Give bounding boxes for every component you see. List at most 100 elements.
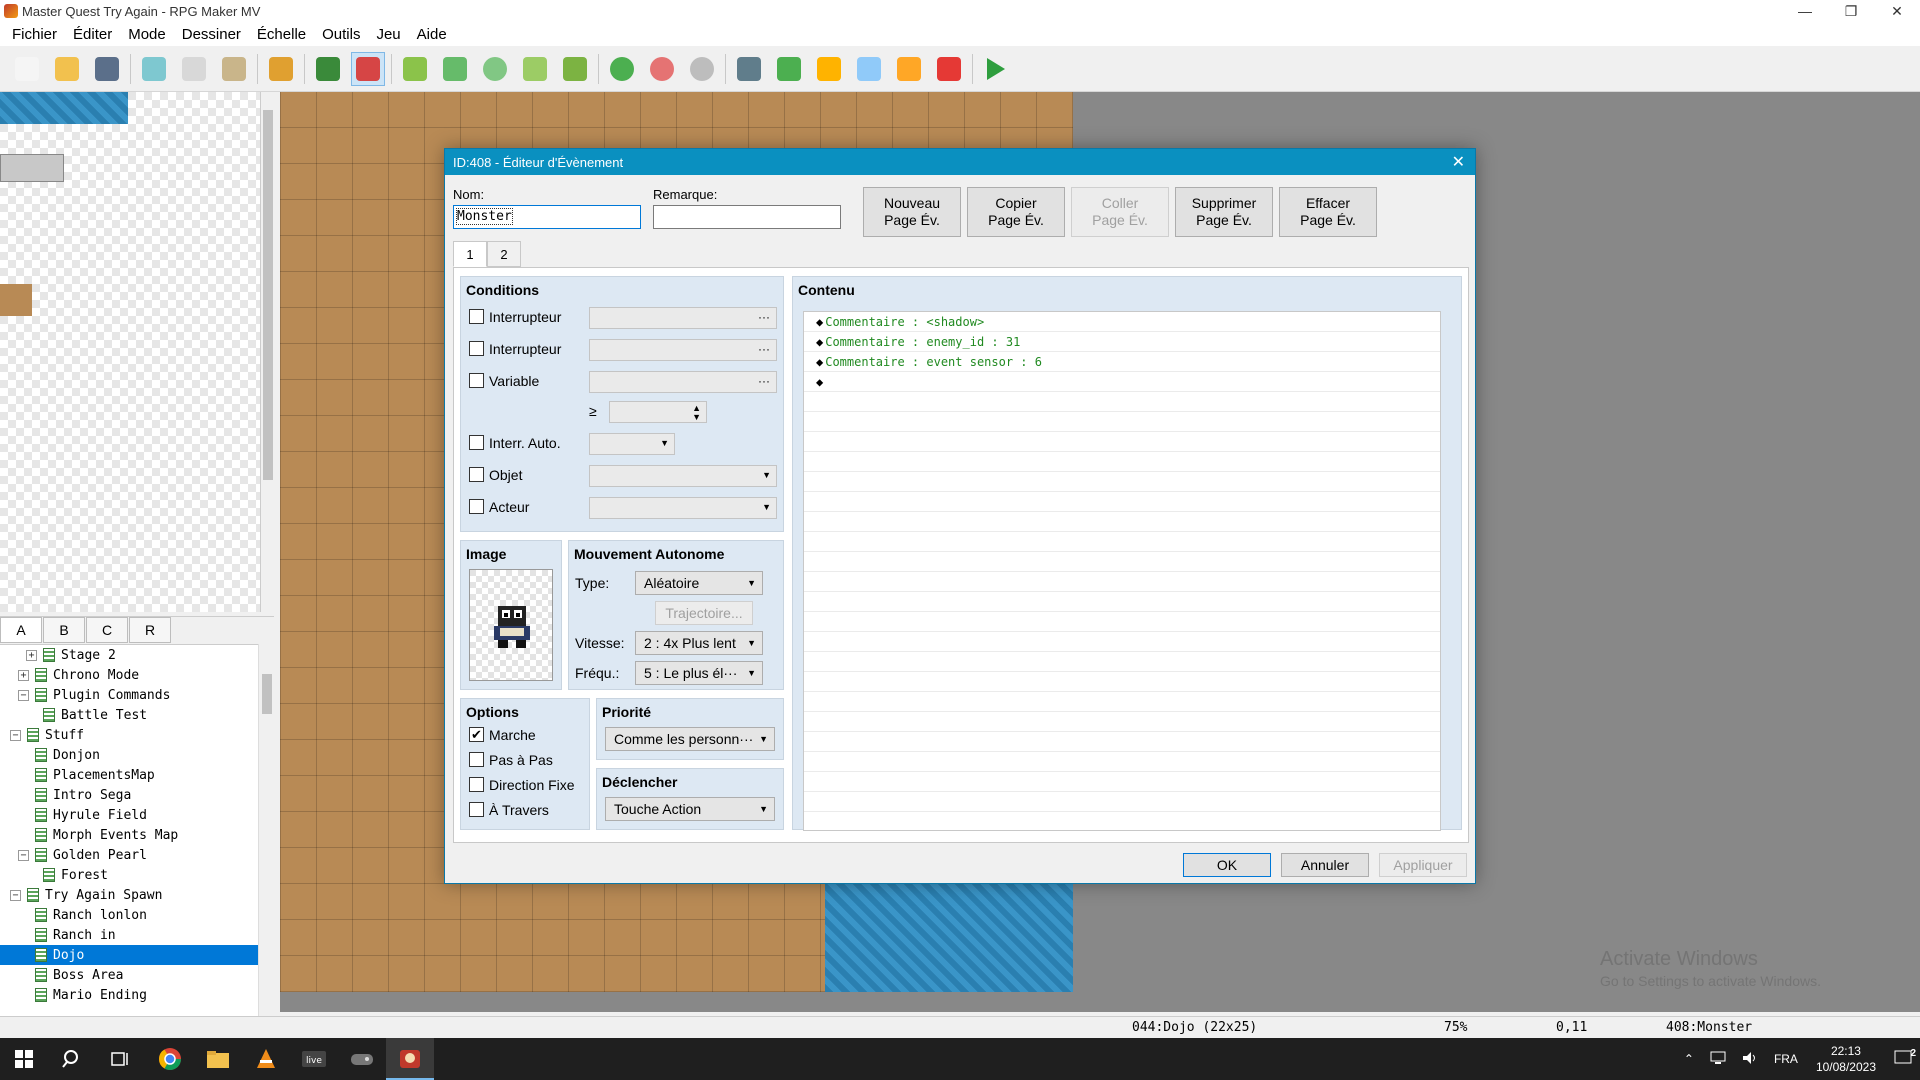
tab-page-2[interactable]: 2 xyxy=(487,241,521,267)
direction-fix-checkbox[interactable] xyxy=(469,777,484,792)
paste-button[interactable] xyxy=(217,52,251,86)
map-tree-item[interactable]: Forest xyxy=(0,865,258,885)
collapse-icon[interactable]: − xyxy=(10,889,21,901)
map-tree-item[interactable]: − Golden Pearl xyxy=(0,845,258,865)
water-tile[interactable] xyxy=(0,92,128,124)
map-tree-item[interactable]: − Stuff xyxy=(0,725,258,745)
menu-outils[interactable]: Outils xyxy=(314,26,368,43)
walking-checkbox[interactable]: ✔ xyxy=(469,727,484,742)
tileset-palette[interactable] xyxy=(0,92,264,612)
clear-page-button[interactable]: Effacer Page Év. xyxy=(1279,187,1377,237)
wood-tile[interactable] xyxy=(0,284,32,316)
through-checkbox[interactable] xyxy=(469,802,484,817)
new-project-button[interactable] xyxy=(10,52,44,86)
vlc-taskbar-button[interactable] xyxy=(242,1038,290,1080)
search-button[interactable] xyxy=(48,1038,96,1080)
map-tree-item[interactable]: Morph Events Map xyxy=(0,825,258,845)
map-tree-item[interactable]: − Plugin Commands xyxy=(0,685,258,705)
start-button[interactable] xyxy=(0,1038,48,1080)
variable-value-stepper[interactable]: ▲ ▼ xyxy=(609,401,707,423)
map-tree-item[interactable]: − Try Again Spawn xyxy=(0,885,258,905)
event-mode-button[interactable] xyxy=(351,51,385,86)
map-tree-item[interactable]: Intro Sega xyxy=(0,785,258,805)
explorer-taskbar-button[interactable] xyxy=(194,1038,242,1080)
volume-icon[interactable] xyxy=(1742,1051,1758,1068)
zoom-actual-button[interactable] xyxy=(685,52,719,86)
copy-page-button[interactable]: Copier Page Év. xyxy=(967,187,1065,237)
tileset-tab-r[interactable]: R xyxy=(129,617,171,643)
speed-select[interactable]: 2 : 4x Plus lent ▼ xyxy=(635,631,763,655)
map-tree-item[interactable]: + Chrono Mode xyxy=(0,665,258,685)
movement-type-select[interactable]: Aléatoire ▼ xyxy=(635,571,763,595)
stepping-checkbox[interactable] xyxy=(469,752,484,767)
network-icon[interactable] xyxy=(1710,1051,1726,1068)
tray-chevron-icon[interactable]: ⌃ xyxy=(1684,1052,1694,1066)
rectangle-button[interactable] xyxy=(438,52,472,86)
new-page-button[interactable]: Nouveau Page Év. xyxy=(863,187,961,237)
ok-button[interactable]: OK xyxy=(1183,853,1271,877)
map-tree-item[interactable]: Battle Test xyxy=(0,705,258,725)
autotile-block[interactable] xyxy=(0,154,64,182)
ellipse-button[interactable] xyxy=(478,52,512,86)
trigger-select[interactable]: Touche Action ▼ xyxy=(605,797,775,821)
open-project-button[interactable] xyxy=(50,52,84,86)
plugin-manager-button[interactable] xyxy=(772,52,806,86)
event-image-preview[interactable] xyxy=(469,569,553,681)
item-checkbox[interactable] xyxy=(469,467,484,482)
close-icon[interactable]: ✕ xyxy=(1874,0,1920,22)
menu-fichier[interactable]: Fichier xyxy=(4,26,65,43)
expand-icon[interactable]: + xyxy=(18,669,29,681)
command-row[interactable]: ◆ Commentaire : <shadow> xyxy=(804,312,1440,332)
notification-icon[interactable]: 2 xyxy=(1894,1048,1916,1069)
expand-icon[interactable]: + xyxy=(26,649,37,661)
menu-editer[interactable]: Éditer xyxy=(65,26,120,43)
collapse-icon[interactable]: − xyxy=(10,729,21,741)
self-switch-checkbox[interactable] xyxy=(469,435,484,450)
pencil-button[interactable] xyxy=(398,52,432,86)
cancel-button[interactable]: Annuler xyxy=(1281,853,1369,877)
dialog-close-icon[interactable]: ✕ xyxy=(1452,152,1465,172)
switch1-field[interactable]: ··· xyxy=(589,307,777,329)
paste-page-button[interactable]: Coller Page Év. xyxy=(1071,187,1169,237)
menu-aide[interactable]: Aide xyxy=(409,26,455,43)
clock[interactable]: 22:13 10/08/2023 xyxy=(1816,1043,1876,1075)
item-select[interactable]: ▼ xyxy=(589,465,777,487)
shadow-pen-button[interactable] xyxy=(558,52,592,86)
zoom-in-button[interactable] xyxy=(605,52,639,86)
database-button[interactable] xyxy=(732,52,766,86)
map-tree-item[interactable]: Ranch in xyxy=(0,925,258,945)
task-view-button[interactable] xyxy=(96,1038,144,1080)
collapse-icon[interactable]: − xyxy=(18,689,29,701)
language-indicator[interactable]: FRA xyxy=(1774,1052,1798,1066)
map-tree-item[interactable]: Dojo xyxy=(0,945,258,965)
map-water-area[interactable] xyxy=(825,880,1073,992)
command-row[interactable]: ◆ Commentaire : enemy_id : 31 xyxy=(804,332,1440,352)
tileset-scrollbar[interactable] xyxy=(260,92,274,612)
tileset-scroll-thumb[interactable] xyxy=(263,110,273,480)
zoom-out-button[interactable] xyxy=(645,52,679,86)
delete-page-button[interactable]: Supprimer Page Év. xyxy=(1175,187,1273,237)
map-tree-item[interactable]: Boss Area xyxy=(0,965,258,985)
map-tree-scrollbar[interactable] xyxy=(258,644,274,1016)
map-mode-button[interactable] xyxy=(311,52,345,86)
map-tree-item[interactable]: + Stage 2 xyxy=(0,645,258,665)
map-tree-item[interactable]: PlacementsMap xyxy=(0,765,258,785)
map-tree-item[interactable]: Hyrule Field xyxy=(0,805,258,825)
map-tree-scroll-thumb[interactable] xyxy=(262,674,272,714)
name-input[interactable]: Monster xyxy=(453,205,641,229)
resource-manager-button[interactable] xyxy=(892,52,926,86)
actor-checkbox[interactable] xyxy=(469,499,484,514)
menu-mode[interactable]: Mode xyxy=(120,26,174,43)
cut-button[interactable] xyxy=(137,52,171,86)
collapse-icon[interactable]: − xyxy=(18,849,29,861)
command-list[interactable]: ◆ Commentaire : <shadow> ◆ Commentaire : en… xyxy=(803,311,1441,831)
tileset-tab-c[interactable]: C xyxy=(86,617,128,643)
tileset-tab-a[interactable]: A xyxy=(0,617,42,643)
priority-select[interactable]: Comme les personn··· ▼ xyxy=(605,727,775,751)
game-taskbar-button[interactable] xyxy=(338,1038,386,1080)
switch2-checkbox[interactable] xyxy=(469,341,484,356)
menu-dessiner[interactable]: Dessiner xyxy=(174,26,249,43)
frequency-select[interactable]: 5 : Le plus él··· ▼ xyxy=(635,661,763,685)
menu-jeu[interactable]: Jeu xyxy=(368,26,408,43)
map-tree-item[interactable]: Donjon xyxy=(0,745,258,765)
